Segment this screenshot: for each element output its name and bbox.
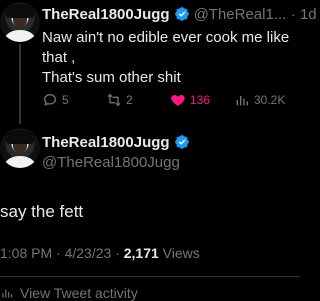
views-label: Views xyxy=(158,245,200,261)
avatar[interactable] xyxy=(0,2,40,42)
heart-icon xyxy=(171,95,185,106)
reply-icon xyxy=(43,93,57,106)
verified-badge-icon xyxy=(174,7,189,21)
views-total: 2,171 xyxy=(123,245,159,261)
like-button[interactable]: 136 xyxy=(170,92,210,108)
reply-header: TheReal1800Jugg @TheReal1... · 1d xyxy=(42,6,317,24)
tweet-text: Naw ain't no edible ever cook me like th… xyxy=(42,28,289,88)
views-icon xyxy=(236,96,248,106)
retweet-count: 2 xyxy=(126,93,133,107)
user-handle[interactable]: @TheReal1... xyxy=(194,6,287,23)
user-handle[interactable]: @TheReal1800Jugg xyxy=(42,154,180,171)
views-count: 30.2K xyxy=(254,93,286,107)
reply-button[interactable]: 5 xyxy=(42,92,69,108)
tweet-actions: 5 2 136 30.2K xyxy=(42,92,300,112)
display-name[interactable]: TheReal1800Jugg xyxy=(42,134,170,151)
views-button[interactable]: 30.2K xyxy=(234,92,285,108)
retweet-icon xyxy=(107,93,121,107)
verified-badge-icon xyxy=(174,135,189,149)
tweet-text: say the fett xyxy=(0,202,84,221)
tweet-text-line: Naw ain't no edible ever cook me like xyxy=(42,29,290,46)
activity-icon xyxy=(2,289,13,298)
activity-label: View Tweet activity xyxy=(20,285,138,301)
reply-count: 5 xyxy=(62,93,69,107)
view-tweet-activity-link[interactable]: View Tweet activity xyxy=(0,285,138,301)
avatar[interactable] xyxy=(0,128,40,168)
timestamp[interactable]: · 1d xyxy=(291,6,317,23)
main-header: TheReal1800Jugg xyxy=(42,134,194,152)
tweet-text-line: That's sum other shit xyxy=(42,69,181,86)
display-name[interactable]: TheReal1800Jugg xyxy=(42,6,170,23)
retweet-button[interactable]: 2 xyxy=(106,92,133,108)
tweet-text-line: that , xyxy=(42,49,76,66)
tweet-timestamp[interactable]: 1:08 PM · 4/23/23 · xyxy=(0,245,124,261)
divider xyxy=(0,276,300,277)
thread-line xyxy=(19,44,21,124)
tweet-meta: 1:08 PM · 4/23/23 · 2,171 Views xyxy=(0,245,200,261)
like-count: 136 xyxy=(190,93,211,107)
